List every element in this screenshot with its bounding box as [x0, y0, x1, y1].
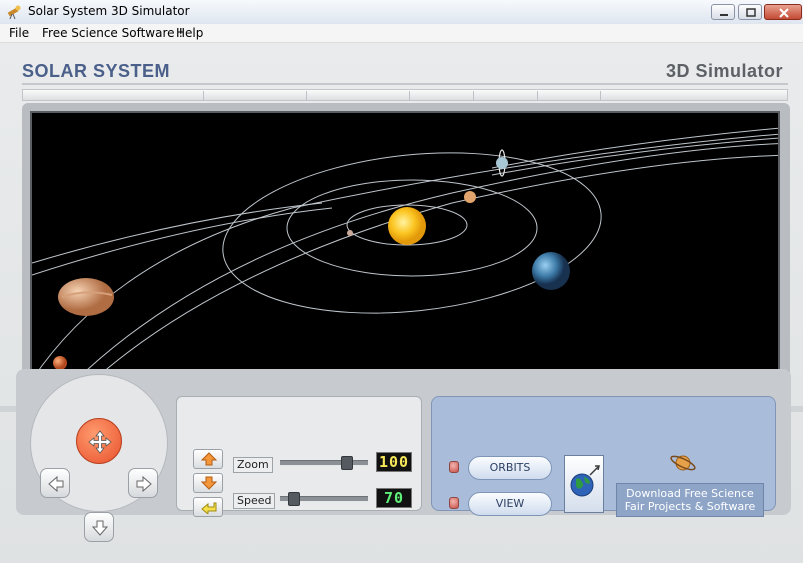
orbit-paths — [32, 127, 778, 393]
pan-left-button[interactable] — [40, 468, 70, 498]
move-center-button[interactable] — [76, 418, 122, 464]
speed-slider-thumb[interactable] — [287, 492, 300, 506]
sun — [388, 207, 426, 245]
solar-system-scene — [32, 127, 778, 393]
speed-label: Speed — [233, 493, 276, 509]
menu-free-science-software[interactable]: Free Science Software ! — [42, 26, 183, 40]
zoom-slider-track[interactable] — [280, 460, 368, 466]
planet-earth — [532, 252, 570, 290]
telescope-icon — [6, 4, 22, 20]
maximize-button[interactable] — [738, 4, 762, 20]
tab-strip — [22, 89, 788, 101]
menu-bar: File Free Science Software ! Help — [0, 24, 803, 43]
planet-mars — [53, 356, 67, 370]
arrow-down-icon — [200, 476, 218, 490]
zoom-label: Zoom — [233, 457, 273, 473]
orbits-indicator — [449, 461, 459, 473]
arrow-up-icon — [200, 452, 218, 466]
speed-value-display: 70 — [376, 488, 412, 508]
return-arrow-icon — [201, 502, 217, 514]
planet-mercury — [347, 230, 353, 236]
view-indicator — [449, 497, 459, 509]
reset-button[interactable] — [193, 497, 223, 517]
view-button[interactable]: VIEW — [468, 492, 552, 516]
globe-view-button[interactable] — [564, 455, 604, 515]
pan-right-button[interactable] — [128, 468, 158, 498]
minimize-icon — [720, 14, 728, 16]
increase-button[interactable] — [193, 449, 223, 469]
zoom-slider-thumb[interactable] — [340, 456, 353, 470]
title-bar: Solar System 3D Simulator — [0, 0, 803, 25]
planet-jupiter — [58, 278, 114, 316]
app-heading: SOLAR SYSTEM — [22, 61, 171, 81]
decrease-button[interactable] — [193, 473, 223, 493]
move-icon — [88, 430, 112, 454]
maximize-icon — [746, 8, 756, 17]
arrow-down-icon — [91, 520, 109, 536]
menu-file[interactable]: File — [9, 26, 29, 40]
minimize-button[interactable] — [711, 4, 735, 20]
globe-icon — [570, 465, 600, 497]
close-icon — [779, 8, 789, 18]
pan-down-button[interactable] — [84, 512, 114, 542]
solar-system-viewport[interactable] — [30, 111, 780, 395]
saturn-icon — [668, 448, 698, 478]
planet-venus — [464, 191, 476, 203]
menu-help[interactable]: Help — [176, 26, 203, 40]
app-subheading: 3D Simulator — [665, 61, 783, 81]
header-divider — [22, 83, 788, 85]
download-link[interactable]: Download Free Science Fair Projects & So… — [616, 483, 764, 517]
arrow-left-icon — [48, 475, 64, 493]
orbits-button[interactable]: ORBITS — [468, 456, 552, 480]
window-title: Solar System 3D Simulator — [28, 4, 190, 18]
close-button[interactable] — [764, 4, 802, 20]
arrow-right-icon — [136, 475, 152, 493]
download-line-1: Download Free Science — [626, 487, 754, 500]
zoom-value-display: 100 — [376, 452, 412, 472]
download-line-2: Fair Projects & Software — [624, 500, 756, 513]
